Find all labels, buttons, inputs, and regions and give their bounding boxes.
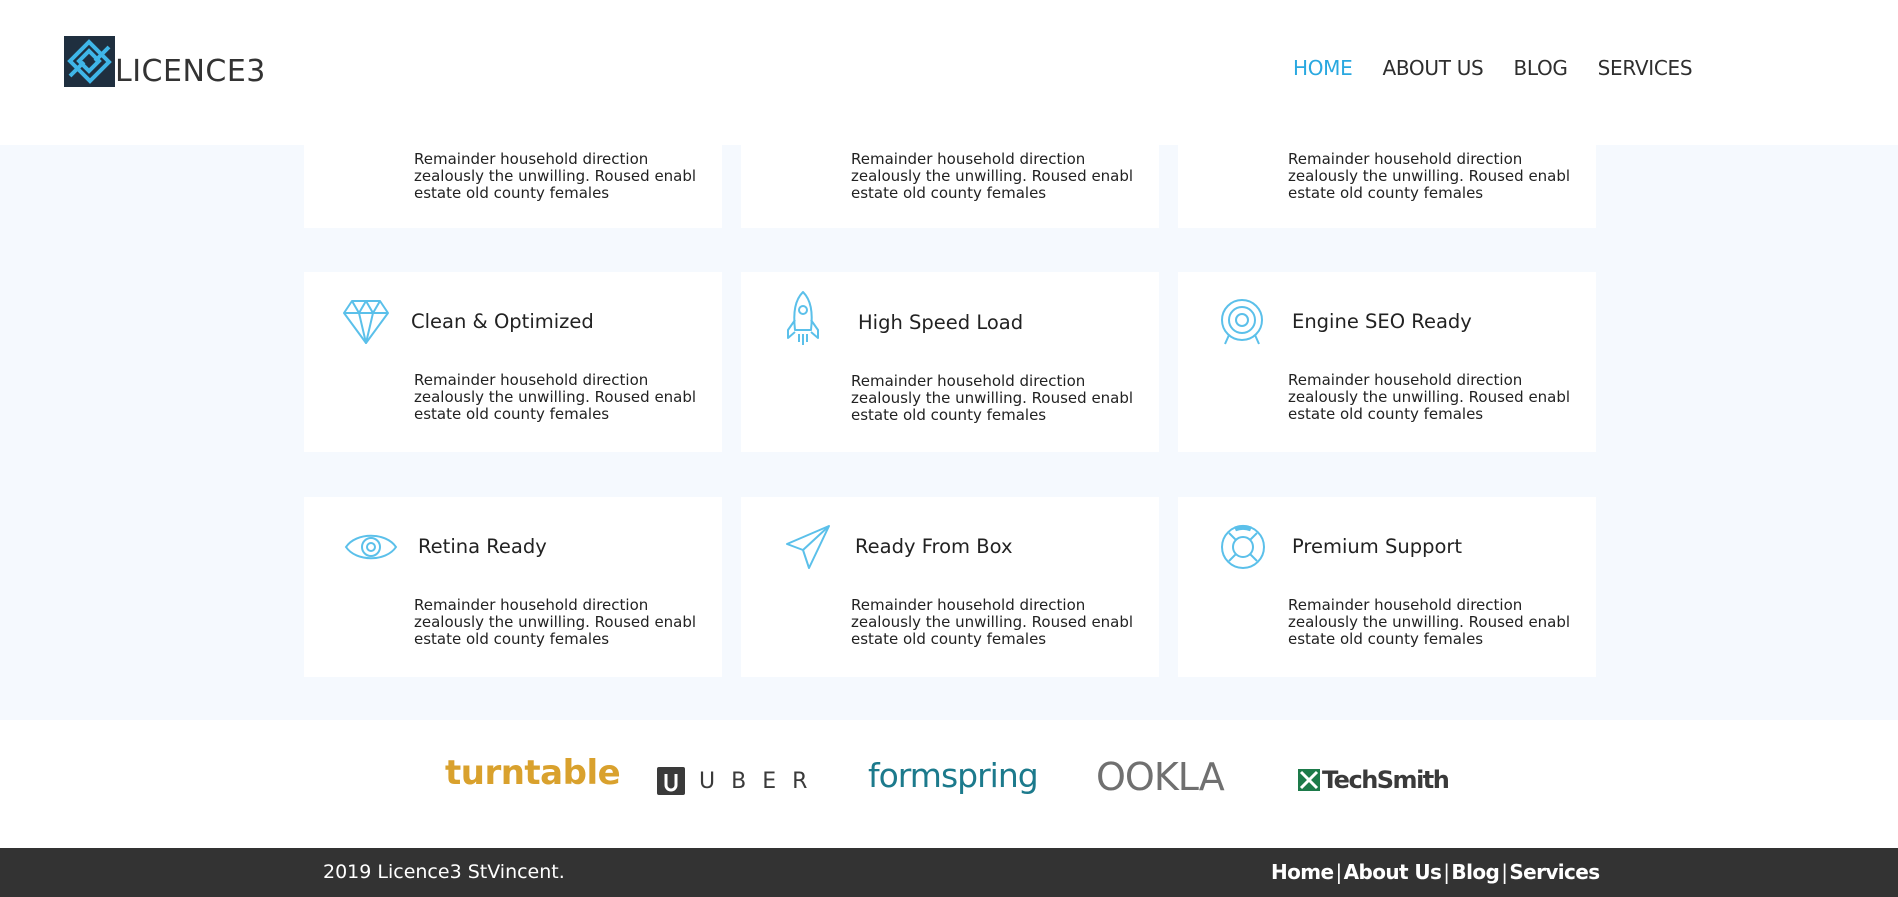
footer-link-about-us[interactable]: About Us [1344, 860, 1442, 884]
footer-link-blog[interactable]: Blog [1451, 860, 1499, 884]
uber-wordmark: UBER [699, 768, 824, 794]
logo-text: LICENCE3 [115, 54, 266, 89]
brand-logo-turntable: turntable [445, 753, 621, 793]
brand-logo-formspring: formspring [868, 756, 1039, 795]
feature-card-retina-ready: Retina Ready Remainder household directi… [304, 497, 722, 677]
nav-services[interactable]: SERVICES [1598, 56, 1693, 80]
features-section: Remainder household direction zealously … [0, 145, 1898, 720]
rocket-icon [785, 290, 821, 346]
feature-description: Remainder household direction zealously … [414, 596, 697, 648]
eye-icon [344, 529, 398, 565]
footer-links: Home | About Us | Blog | Services [1271, 860, 1600, 884]
feature-description: Remainder household direction zealously … [414, 371, 697, 423]
feature-description: Remainder household direction zealously … [414, 150, 697, 202]
copyright-text: 2019 Licence3 StVincent. [323, 861, 565, 883]
nav-blog[interactable]: BLOG [1513, 56, 1568, 80]
feature-description: Remainder household direction zealously … [851, 372, 1134, 424]
techsmith-mark-icon [1298, 769, 1320, 791]
feature-card: Remainder household direction zealously … [1178, 145, 1596, 228]
feature-title: Retina Ready [418, 535, 547, 558]
brand-logo-uber: UBER [657, 767, 823, 795]
diamond-icon [342, 298, 390, 346]
feature-card-ready-from-box: Ready From Box Remainder household direc… [741, 497, 1159, 677]
footer-link-home[interactable]: Home [1271, 860, 1334, 884]
paper-plane-icon [785, 524, 831, 570]
feature-description: Remainder household direction zealously … [1288, 371, 1571, 423]
feature-description: Remainder household direction zealously … [851, 596, 1134, 648]
feature-card-clean-optimized: Clean & Optimized Remainder household di… [304, 272, 722, 452]
target-icon [1219, 298, 1265, 346]
footer-link-services[interactable]: Services [1509, 860, 1600, 884]
nav-about-us[interactable]: ABOUT US [1382, 56, 1483, 80]
feature-description: Remainder household direction zealously … [1288, 596, 1571, 648]
feature-title: High Speed Load [858, 311, 1024, 334]
feature-description: Remainder household direction zealously … [851, 150, 1134, 202]
feature-card: Remainder household direction zealously … [304, 145, 722, 228]
logo-mark-icon [64, 36, 115, 87]
feature-card-high-speed-load: High Speed Load Remainder household dire… [741, 272, 1159, 452]
feature-card-premium-support: Premium Support Remainder household dire… [1178, 497, 1596, 677]
feature-title: Ready From Box [855, 535, 1013, 558]
site-footer: 2019 Licence3 StVincent. Home | About Us | B… [0, 848, 1898, 897]
techsmith-wordmark: TechSmith [1322, 766, 1450, 794]
footer-separator: | [1443, 860, 1450, 884]
feature-card-engine-seo-ready: Engine SEO Ready Remainder household dir… [1178, 272, 1596, 452]
lifebuoy-icon [1220, 524, 1266, 570]
footer-separator: | [1501, 860, 1508, 884]
brand-logos: turntable UBER formspring OOKLA TechSmit… [0, 720, 1898, 848]
brand-logo-techsmith: TechSmith [1298, 766, 1450, 794]
site-logo[interactable]: LICENCE3 [64, 35, 266, 87]
main-nav: HOME ABOUT US BLOG SERVICES [1293, 56, 1722, 80]
feature-card: Remainder household direction zealously … [741, 145, 1159, 228]
feature-title: Engine SEO Ready [1292, 310, 1472, 333]
feature-title: Clean & Optimized [411, 310, 594, 333]
brand-logo-ookla: OOKLA [1096, 755, 1225, 799]
nav-home[interactable]: HOME [1293, 56, 1353, 80]
uber-mark-icon [657, 767, 685, 795]
feature-description: Remainder household direction zealously … [1288, 150, 1571, 202]
footer-separator: | [1335, 860, 1342, 884]
feature-title: Premium Support [1292, 535, 1463, 558]
site-header: LICENCE3 HOME ABOUT US BLOG SERVICES [0, 0, 1898, 145]
